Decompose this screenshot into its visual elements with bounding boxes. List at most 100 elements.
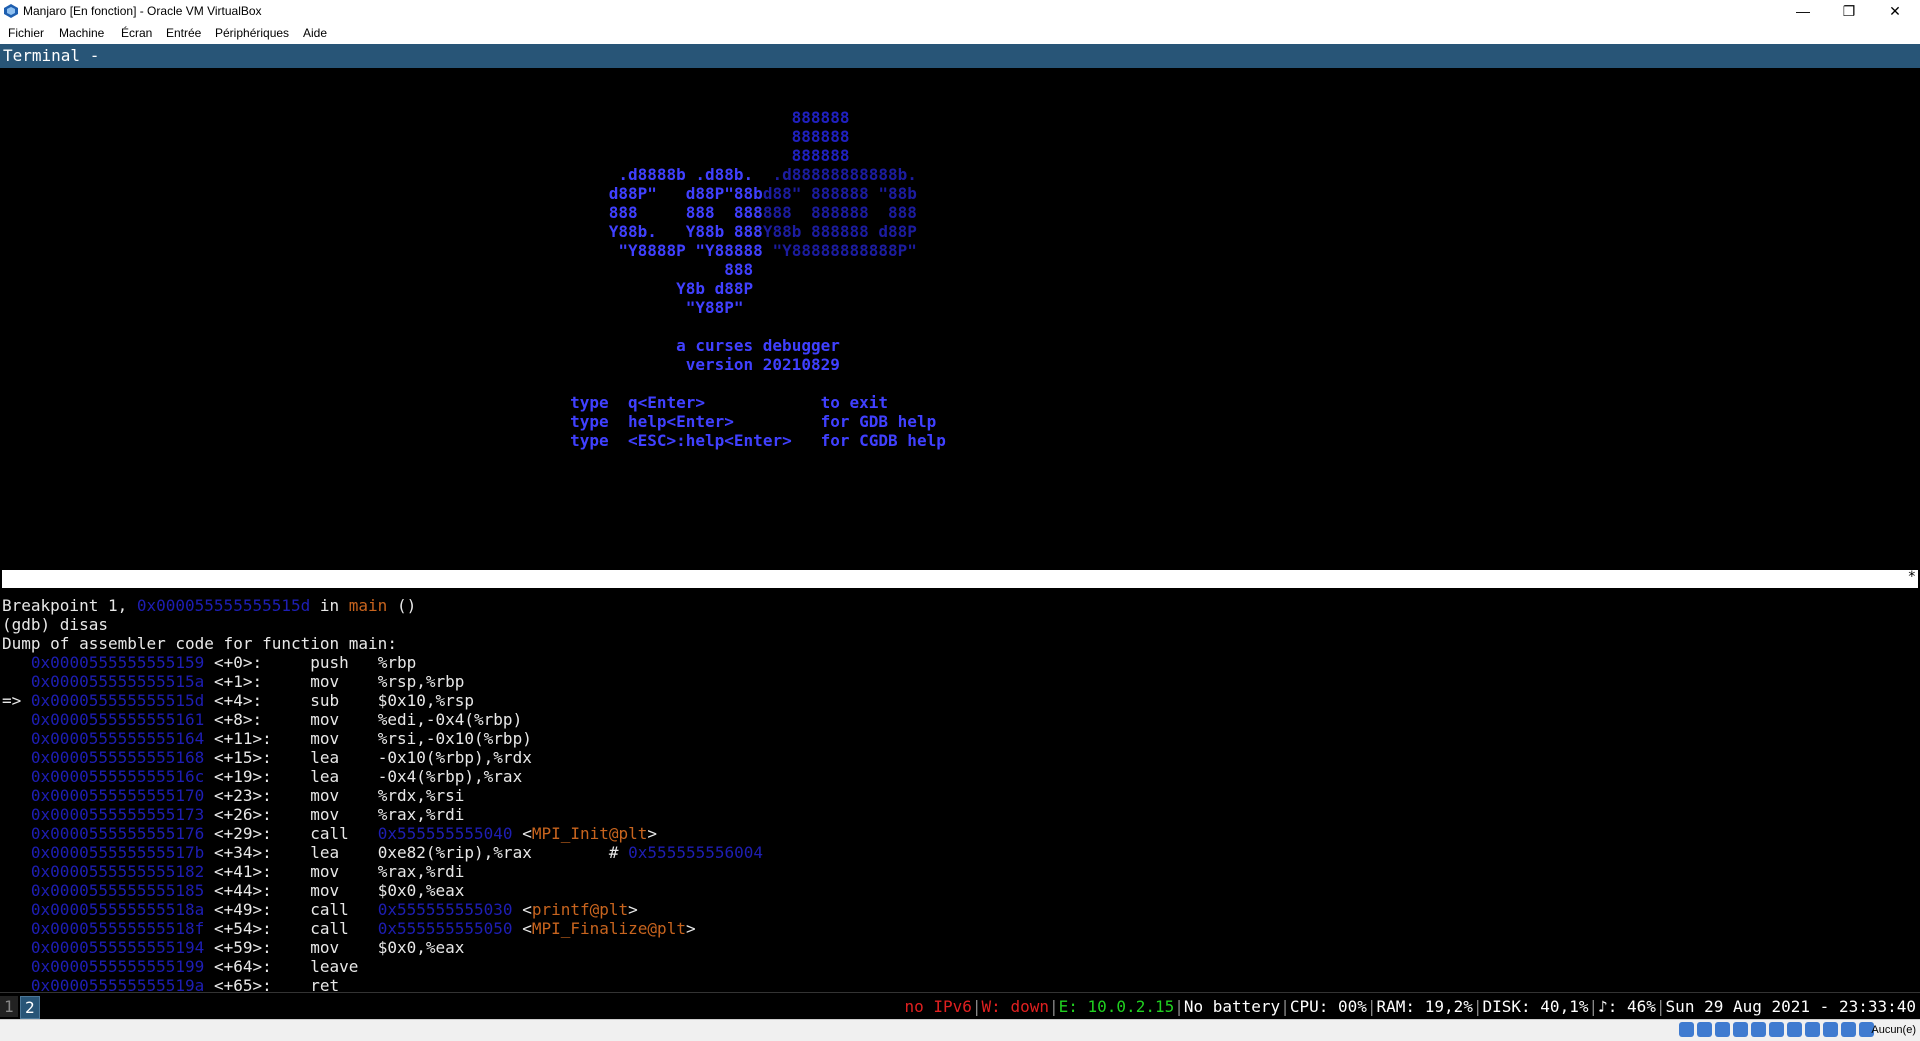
asm-offset: <+44>: bbox=[213, 881, 311, 900]
splash-segment: Y88b. Y88b 888 bbox=[608, 222, 763, 241]
asm-gap bbox=[204, 672, 214, 691]
splash-segment: 888888 bbox=[791, 127, 850, 146]
close-button[interactable]: ✕ bbox=[1872, 0, 1918, 22]
terminal-window[interactable]: 888888 888888 888888 .d8888b .d88b. .d88888… bbox=[2, 68, 1918, 1033]
sym-open: < bbox=[512, 900, 532, 919]
splash-segment: Y8b d88P bbox=[676, 279, 754, 298]
asm-gap bbox=[204, 653, 214, 672]
menu-entree[interactable]: Entrée bbox=[166, 26, 201, 40]
menu-machine[interactable]: Machine bbox=[59, 26, 104, 40]
asm-mnemonic: sub bbox=[310, 691, 378, 710]
status-item: CPU: 00% bbox=[1289, 997, 1367, 1016]
cpu-icon[interactable] bbox=[1823, 1022, 1838, 1037]
asm-gap bbox=[204, 919, 214, 938]
asm-mnemonic: mov bbox=[310, 862, 378, 881]
asm-mnemonic: mov bbox=[310, 938, 378, 957]
status-item: E: 10.0.2.15 bbox=[1058, 997, 1175, 1016]
splash-line: version 20210829 bbox=[686, 355, 840, 374]
asm-address: 0x000055555555517b bbox=[30, 843, 205, 862]
mouse-integration-icon[interactable] bbox=[1841, 1022, 1856, 1037]
asm-offset: <+59>: bbox=[213, 938, 311, 957]
bp-function: main bbox=[348, 596, 388, 615]
asm-gap bbox=[204, 691, 214, 710]
asm-row: 0x0000555555555173 <+26>: mov %rax,%rdi bbox=[2, 805, 465, 824]
asm-offset: <+19>: bbox=[213, 767, 311, 786]
asm-mnemonic: mov bbox=[310, 729, 378, 748]
asm-operands: %rax,%rdi bbox=[377, 805, 465, 824]
asm-gap bbox=[204, 862, 214, 881]
sym-close: > bbox=[628, 900, 638, 919]
asm-comment: 0x555555556004 bbox=[628, 843, 764, 862]
splash-segment: d88" 888888 "88b bbox=[762, 184, 917, 203]
status-separator: | bbox=[1174, 997, 1184, 1016]
splash-line: type <ESC>:help<Enter> for CGDB help bbox=[570, 431, 946, 450]
asm-gap bbox=[204, 729, 214, 748]
splash-line: d88P" d88P"88bd88" 888888 "88b bbox=[609, 184, 917, 203]
current-instruction-marker bbox=[2, 767, 31, 786]
asm-address: 0x000055555555515d bbox=[30, 691, 205, 710]
usb-icon[interactable] bbox=[1751, 1022, 1766, 1037]
wm-window-title: Terminal - bbox=[0, 44, 1920, 68]
current-instruction-marker bbox=[2, 938, 31, 957]
status-item: No battery bbox=[1183, 997, 1281, 1016]
asm-operands: $0x0,%eax bbox=[377, 938, 465, 957]
workspace-2-button[interactable]: 2 bbox=[20, 996, 40, 1019]
optical-drive-icon[interactable] bbox=[1697, 1022, 1712, 1037]
asm-address: 0x000055555555518a bbox=[30, 900, 205, 919]
call-symbol: MPI_Init@plt bbox=[531, 824, 648, 843]
asm-mnemonic: mov bbox=[310, 672, 378, 691]
asm-row: 0x0000555555555194 <+59>: mov $0x0,%eax bbox=[2, 938, 465, 957]
display-icon[interactable] bbox=[1787, 1022, 1802, 1037]
asm-operands: %edi,-0x4(%rbp) bbox=[377, 710, 523, 729]
asm-mnemonic: mov bbox=[310, 710, 378, 729]
asm-row: 0x000055555555517b <+34>: lea 0xe82(%rip… bbox=[2, 843, 763, 862]
asm-address: 0x000055555555515a bbox=[30, 672, 205, 691]
splash-line: 888888 bbox=[792, 108, 850, 127]
status-item: Sun 29 Aug 2021 - 23:33:40 bbox=[1665, 997, 1916, 1016]
window-title: Manjaro [En fonction] - Oracle VM Virtua… bbox=[23, 4, 262, 18]
guest-screen[interactable]: Terminal - 888888 888888 888888 .d8888b .d8… bbox=[0, 44, 1920, 1033]
breakpoint-line: Breakpoint 1, 0x000055555555515d in main… bbox=[2, 596, 416, 615]
menu-fichier[interactable]: Fichier bbox=[8, 26, 44, 40]
asm-gap bbox=[204, 900, 214, 919]
asm-address: 0x0000555555555161 bbox=[30, 710, 205, 729]
splash-segment: 888888 bbox=[791, 108, 850, 127]
asm-address: 0x0000555555555170 bbox=[30, 786, 205, 805]
status-item: RAM: 19,2% bbox=[1376, 997, 1473, 1016]
minimize-button[interactable]: — bbox=[1780, 0, 1826, 22]
asm-row: 0x000055555555518a <+49>: call 0x5555555… bbox=[2, 900, 638, 919]
asm-operands: %rdx,%rsi bbox=[377, 786, 465, 805]
splash-line: "Y88P" bbox=[686, 298, 744, 317]
splash-segment: type <ESC>:help<Enter> for CGDB help bbox=[570, 431, 946, 450]
asm-mnemonic: call bbox=[310, 824, 378, 843]
asm-address: 0x0000555555555199 bbox=[30, 957, 205, 976]
asm-offset: <+4>: bbox=[213, 691, 311, 710]
menu-peripheriques[interactable]: Périphériques bbox=[215, 26, 289, 40]
workspace-1-button[interactable]: 1 bbox=[0, 996, 18, 1017]
network-icon[interactable] bbox=[1733, 1022, 1748, 1037]
asm-gap bbox=[204, 881, 214, 900]
menubar: Fichier Machine Écran Entrée Périphériqu… bbox=[0, 22, 1920, 44]
splash-line: type q<Enter> to exit bbox=[570, 393, 888, 412]
menu-ecran[interactable]: Écran bbox=[121, 26, 152, 40]
menu-aide[interactable]: Aide bbox=[303, 26, 327, 40]
recording-icon[interactable] bbox=[1805, 1022, 1820, 1037]
asm-row: 0x0000555555555170 <+23>: mov %rdx,%rsi bbox=[2, 786, 465, 805]
asm-row: 0x0000555555555159 <+0>: push %rbp bbox=[2, 653, 416, 672]
asm-row: 0x000055555555518f <+54>: call 0x5555555… bbox=[2, 919, 696, 938]
splash-line: Y88b. Y88b 888Y88b 888888 d88P bbox=[609, 222, 917, 241]
virtualbox-statusbar: Aucun(e) bbox=[0, 1019, 1920, 1041]
dump-header: Dump of assembler code for function main… bbox=[2, 634, 397, 653]
current-instruction-marker: => bbox=[2, 691, 31, 710]
hdd-icon[interactable] bbox=[1679, 1022, 1694, 1037]
pane-split-bar[interactable]: * bbox=[2, 569, 1918, 588]
shared-folder-icon[interactable] bbox=[1769, 1022, 1784, 1037]
asm-row: 0x0000555555555168 <+15>: lea -0x10(%rbp… bbox=[2, 748, 532, 767]
current-instruction-marker bbox=[2, 824, 31, 843]
sym-close: > bbox=[685, 919, 696, 938]
maximize-button[interactable]: ❐ bbox=[1826, 0, 1872, 22]
i3-statusbar: 1 2 no IPv6|W: down|E: 10.0.2.15|No batt… bbox=[0, 992, 1920, 1019]
asm-gap bbox=[204, 957, 214, 976]
audio-icon[interactable] bbox=[1715, 1022, 1730, 1037]
current-instruction-marker bbox=[2, 729, 31, 748]
